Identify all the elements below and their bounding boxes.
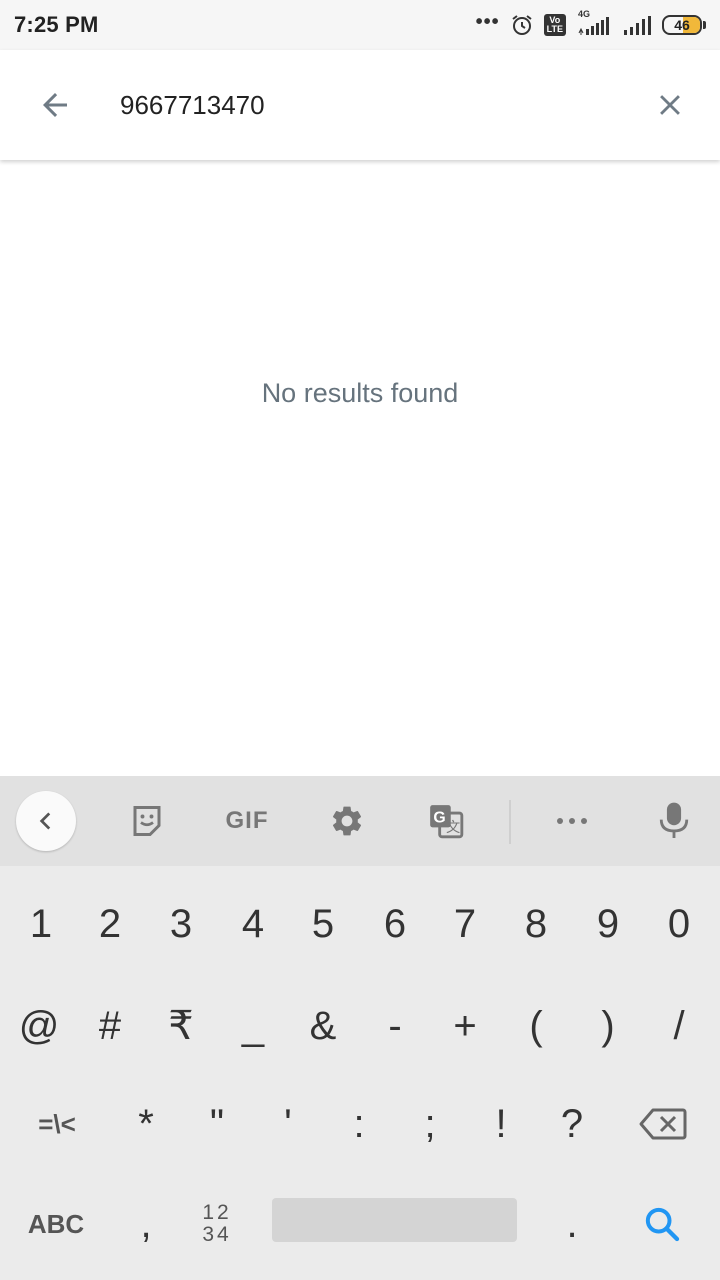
key-underscore[interactable]: _ [217, 976, 289, 1076]
numpad-key[interactable]: 12 34 [181, 1174, 253, 1274]
search-key[interactable] [626, 1174, 698, 1274]
volte-icon: Vo LTE [543, 14, 566, 36]
keyboard-toolbar: GIF G 文 [0, 776, 720, 866]
battery-icon: 46 [662, 15, 706, 35]
toolbar-divider [509, 800, 511, 844]
key-comma[interactable]: , [110, 1174, 182, 1274]
more-symbols-key[interactable]: =\< [20, 1074, 94, 1174]
backspace-icon [639, 1108, 687, 1140]
gif-button[interactable]: GIF [214, 776, 280, 866]
key-at[interactable]: @ [3, 976, 75, 1076]
microphone-icon [659, 802, 689, 838]
key-semicolon[interactable]: ; [394, 1074, 466, 1174]
key-slash[interactable]: / [643, 976, 715, 1076]
more-button[interactable] [542, 776, 602, 866]
status-icons: ••• Vo LTE 4G 46 [475, 9, 706, 37]
key-plus[interactable]: + [429, 976, 501, 1076]
key-3[interactable]: 3 [145, 874, 217, 974]
key-double-quote[interactable]: " [181, 1074, 253, 1174]
search-icon [645, 1207, 680, 1242]
more-icon [557, 818, 587, 824]
key-6[interactable]: 6 [359, 874, 431, 974]
key-close-paren[interactable]: ) [572, 976, 644, 1076]
voice-input-button[interactable] [644, 776, 704, 866]
key-9[interactable]: 9 [572, 874, 644, 974]
more-dots-icon: ••• [475, 10, 500, 33]
settings-button[interactable] [317, 776, 377, 866]
key-rupee[interactable]: ₹ [145, 976, 217, 1076]
backspace-key[interactable] [626, 1074, 700, 1174]
gear-icon [332, 806, 362, 836]
gif-icon: GIF [225, 807, 269, 834]
search-input[interactable] [110, 75, 620, 135]
back-button[interactable] [0, 50, 110, 160]
abc-key[interactable]: ABC [16, 1174, 96, 1274]
collapse-toolbar-button[interactable] [16, 791, 76, 851]
key-question[interactable]: ? [536, 1074, 608, 1174]
alarm-icon [512, 15, 532, 35]
translate-icon: G 文 [430, 805, 464, 839]
status-time: 7:25 PM [14, 12, 99, 37]
keyboard-row-symbols-2: =\< * " ' : ; ! ? [0, 1074, 720, 1174]
signal-4g-icon: 4G [576, 9, 612, 37]
empty-results-message: No results found [261, 378, 459, 408]
key-exclamation[interactable]: ! [465, 1074, 537, 1174]
keyboard-row-bottom: ABC , 12 34 . [0, 1174, 720, 1280]
key-0[interactable]: 0 [643, 874, 715, 974]
key-ampersand[interactable]: & [287, 976, 359, 1076]
keyboard-row-symbols-1: @ # ₹ _ & - + ( ) / [0, 976, 720, 1076]
arrow-left-icon [43, 93, 67, 117]
keyboard: GIF G 文 1 2 3 4 5 6 7 8 9 0 @ # ₹ _ & - … [0, 776, 720, 1280]
numpad-key-top: 12 [202, 1201, 232, 1224]
key-asterisk[interactable]: * [110, 1074, 182, 1174]
status-bar: 7:25 PM ••• Vo LTE 4G 46 [0, 0, 720, 50]
key-colon[interactable]: : [323, 1074, 395, 1174]
key-2[interactable]: 2 [74, 874, 146, 974]
key-open-paren[interactable]: ( [500, 976, 572, 1076]
svg-text:G: G [433, 810, 445, 827]
key-4[interactable]: 4 [217, 874, 289, 974]
key-1[interactable]: 1 [5, 874, 77, 974]
space-key[interactable] [272, 1198, 517, 1242]
sticker-button[interactable] [117, 776, 177, 866]
key-5[interactable]: 5 [287, 874, 359, 974]
key-single-quote[interactable]: ' [252, 1074, 324, 1174]
key-period[interactable]: . [536, 1174, 608, 1274]
key-hash[interactable]: # [74, 976, 146, 1076]
clear-button[interactable] [620, 50, 720, 160]
chevron-left-icon [39, 812, 51, 830]
sticker-icon [133, 806, 161, 836]
keyboard-row-digits: 1 2 3 4 5 6 7 8 9 0 [0, 874, 720, 974]
translate-button[interactable]: G 文 [416, 776, 476, 866]
signal-icon [624, 16, 651, 35]
svg-text:文: 文 [446, 819, 460, 836]
numpad-key-bottom: 34 [202, 1223, 232, 1246]
close-icon [660, 95, 680, 115]
battery-level: 46 [674, 17, 690, 33]
key-8[interactable]: 8 [500, 874, 572, 974]
key-7[interactable]: 7 [429, 874, 501, 974]
key-minus[interactable]: - [359, 976, 431, 1076]
search-bar [0, 50, 720, 160]
